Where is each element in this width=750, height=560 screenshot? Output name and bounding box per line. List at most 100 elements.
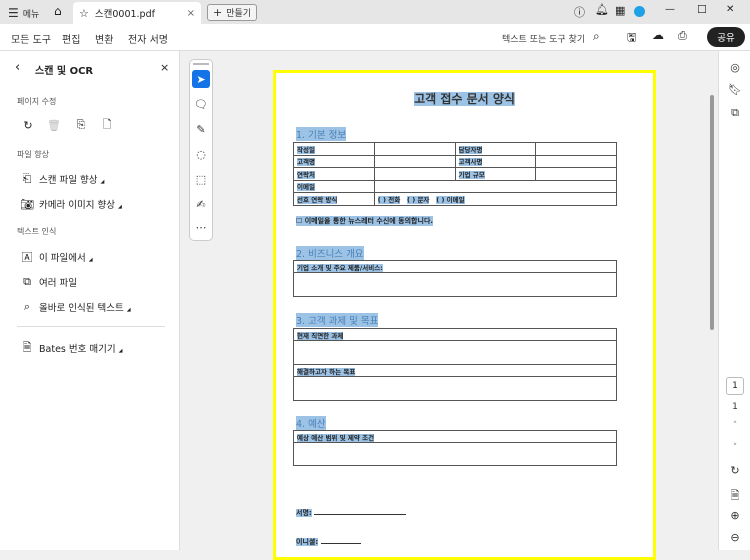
table-cell <box>373 142 456 156</box>
section-heading: 1. 기본 정보 <box>296 127 347 141</box>
tab-edit[interactable]: 편집 <box>62 31 80 46</box>
tab-title: 스캔0001.pdf <box>94 9 155 20</box>
document-tab[interactable]: ☆ 스캔0001.pdf × <box>73 2 201 24</box>
search-icon[interactable]: ⌕ <box>593 29 600 44</box>
comment-icon[interactable]: 🗨︎ <box>192 95 210 113</box>
cell-text: 연락처 <box>297 170 315 179</box>
main-toolbar: 모든 도구 편집 변환 전자 서명 텍스트 또는 도구 찾기 ⌕ 🖫 ☁ ⎙ 공… <box>0 24 750 53</box>
more-icon[interactable]: ⋯ <box>192 218 210 236</box>
print-icon[interactable]: ⎙ <box>678 29 687 43</box>
total-pages: 1 <box>732 402 738 412</box>
section-heading: 4. 예산 <box>296 416 326 430</box>
zoom-in-icon[interactable]: ⊕ <box>728 509 742 522</box>
chevron-down-icon[interactable]: ˅ <box>728 443 742 453</box>
hamburger-icon: ☰ <box>8 6 19 20</box>
zoom-out-icon[interactable]: ⊖ <box>728 531 742 544</box>
table-cell <box>535 142 617 156</box>
lasso-icon[interactable]: ◌ <box>192 145 210 163</box>
plus-icon: + <box>213 6 223 19</box>
table-cell: 고객사명 <box>454 154 537 168</box>
cell-text: 고객사명 <box>458 158 483 167</box>
cell-text: 이니셜: <box>296 538 319 546</box>
text-box-icon[interactable]: ⬚ <box>192 170 210 188</box>
maximize-button[interactable]: ☐ <box>697 3 707 16</box>
table-cell <box>373 154 456 168</box>
pen-icon[interactable]: ✎ <box>192 120 210 138</box>
camera-icon: 📷︎ <box>20 197 34 211</box>
cell-text: 이메일 <box>297 183 315 192</box>
table-cell <box>373 179 618 193</box>
fit-page-icon[interactable]: 🗎 <box>728 487 742 506</box>
table-cell: 기업 규모 <box>454 167 537 181</box>
item-label: 올바로 인식된 텍스트 <box>39 303 124 314</box>
select-cursor-icon[interactable]: ➤ <box>192 70 210 88</box>
create-label: 만들기 <box>226 9 252 19</box>
bell-icon[interactable]: 🔔︎ <box>595 3 609 16</box>
pages-icon[interactable]: ⧉ <box>728 106 742 120</box>
expand-triangle-icon: ◢ <box>100 179 105 185</box>
expand-triangle-icon: ◢ <box>126 307 131 313</box>
item-label: Bates 번호 매기기 <box>39 344 116 355</box>
menu-label: 메뉴 <box>22 9 40 20</box>
vertical-scrollbar[interactable] <box>710 95 714 330</box>
section-heading: 2. 비즈니스 개요 <box>296 246 364 260</box>
ocr-this-file-item[interactable]: 🄰 이 파일에서 ◢ <box>21 250 93 264</box>
ai-assistant-icon[interactable]: ◎ <box>728 61 742 74</box>
expand-triangle-icon: ◢ <box>88 257 93 263</box>
goal-box: 해결하고자 하는 목표 <box>293 364 617 401</box>
right-rail: ◎ 🔖︎ ⧉ 1 1 ˄ ˅ ↻ 🗎 ⊕ ⊖ <box>718 51 750 550</box>
minimize-button[interactable]: — <box>665 4 675 15</box>
table-cell <box>535 167 617 181</box>
panel-close-icon[interactable]: × <box>160 61 169 74</box>
bookmark-icon[interactable]: 🔖︎ <box>728 83 742 96</box>
doc-title: 고객 접수 문서 양식 <box>414 92 515 106</box>
help-icon[interactable]: ⓘ <box>574 4 585 20</box>
item-label: 카메라 이미지 향상 <box>39 200 115 211</box>
upload-cloud-icon[interactable]: ☁ <box>652 28 664 42</box>
table-cell: 이메일 <box>293 179 375 193</box>
enhance-camera-item[interactable]: 📷︎ 카메라 이미지 향상 ◢ <box>20 197 122 212</box>
tab-convert[interactable]: 변환 <box>95 31 114 53</box>
search-text-icon: ⌕ <box>23 300 31 313</box>
enhance-scan-item[interactable]: ⎗ 스캔 파일 향상 ◢ <box>21 172 105 186</box>
search-tools-input[interactable]: 텍스트 또는 도구 찾기 <box>502 32 585 45</box>
item-label: 여러 파일 <box>39 278 77 289</box>
avatar[interactable] <box>634 6 645 17</box>
rotate-icon[interactable]: ↻ <box>22 119 34 132</box>
home-icon[interactable]: ⌂ <box>54 4 62 18</box>
scan-ocr-panel: ‹ 스캔 및 OCR × 페이지 수정 ↻ 🗑︎ ⎘ 🗋 파일 향상 ⎗ 스캔 파… <box>0 51 180 550</box>
cell-text: 현재 직면한 과제 <box>297 332 344 340</box>
rotate-view-icon[interactable]: ↻ <box>728 464 742 477</box>
tab-close-icon[interactable]: × <box>187 8 195 19</box>
cell-text: ( ) 이메일 <box>436 195 465 204</box>
apps-grid-icon[interactable]: ▦ <box>615 4 625 17</box>
extract-page-icon[interactable]: ⎘ <box>75 118 87 131</box>
insert-page-icon[interactable]: 🗋 <box>101 118 113 131</box>
create-button[interactable]: + 만들기 <box>207 4 258 21</box>
cell-text: 기업 소개 및 주요 제품/서비스: <box>297 264 383 272</box>
back-chevron-icon[interactable]: ‹ <box>15 60 20 75</box>
ocr-multiple-files-item[interactable]: ⧉ 여러 파일 <box>21 275 77 289</box>
save-icon[interactable]: 🖫 <box>627 29 636 48</box>
section-page-edit: 페이지 수정 <box>17 97 57 106</box>
pdf-page[interactable]: 고객 접수 문서 양식 1. 기본 정보 작성일 담당자명 고객명 고객사명 연락처… <box>273 70 656 560</box>
table-cell: 담당자명 <box>454 142 537 156</box>
share-button[interactable]: 공유 <box>707 27 745 47</box>
close-window-button[interactable]: ✕ <box>726 4 734 15</box>
tab-e-sign[interactable]: 전자 서명 <box>128 31 168 46</box>
correct-recognized-text-item[interactable]: ⌕ 올바로 인식된 텍스트 ◢ <box>21 300 131 314</box>
tab-all-tools[interactable]: 모든 도구 <box>11 31 51 46</box>
page-number-input[interactable]: 1 <box>726 377 744 395</box>
sign-icon[interactable]: ✍ <box>192 195 210 213</box>
menu-button[interactable]: ☰ 메뉴 <box>8 6 39 20</box>
chevron-up-icon[interactable]: ˄ <box>728 421 742 431</box>
cell-text: 기업 규모 <box>458 170 485 179</box>
bates-numbering-item[interactable]: 🗎 Bates 번호 매기기 ◢ <box>21 341 123 356</box>
section-text-recognition: 텍스트 인식 <box>17 227 57 236</box>
item-label: 이 파일에서 <box>39 253 86 264</box>
star-icon[interactable]: ☆ <box>79 7 89 20</box>
drag-handle[interactable] <box>193 63 209 65</box>
item-label: 스캔 파일 향상 <box>39 175 98 186</box>
budget-box: 예상 예산 범위 및 제약 조건 <box>293 430 617 466</box>
section-file-enhance: 파일 향상 <box>17 150 49 159</box>
